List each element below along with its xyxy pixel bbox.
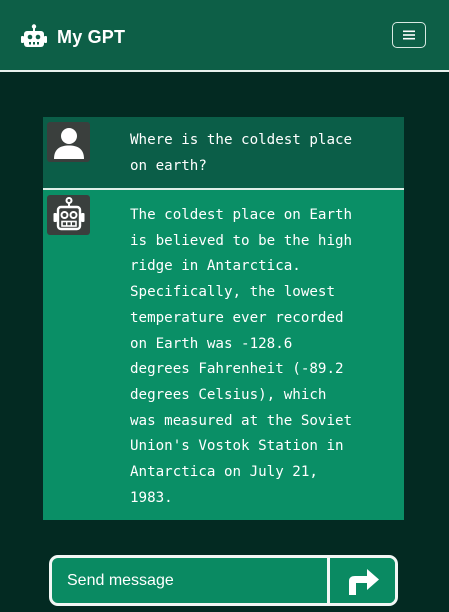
assistant-message-text: The coldest place on Earth is believed t… (130, 207, 353, 506)
robot-icon (53, 197, 84, 231)
brand[interactable]: My GPT (20, 23, 125, 51)
message-composer (49, 555, 398, 606)
app-title: My GPT (57, 26, 126, 47)
user-message-text: Where is the coldest place on earth? (130, 132, 353, 174)
robot-icon (21, 24, 47, 47)
send-button[interactable] (327, 558, 395, 603)
hamburger-menu-icon (403, 30, 415, 40)
user-avatar (47, 122, 90, 162)
user-message: Where is the coldest place on earth? (43, 117, 404, 190)
navbar: My GPT (0, 0, 449, 72)
arrow-turn-right-icon (348, 568, 379, 595)
assistant-message: The coldest place on Earth is believed t… (43, 190, 404, 520)
user-icon (53, 128, 84, 159)
chat-thread: Where is the coldest place on earth? The… (43, 117, 404, 520)
menu-toggle-button[interactable] (392, 22, 426, 48)
message-input[interactable] (52, 558, 327, 603)
assistant-avatar (47, 195, 90, 235)
